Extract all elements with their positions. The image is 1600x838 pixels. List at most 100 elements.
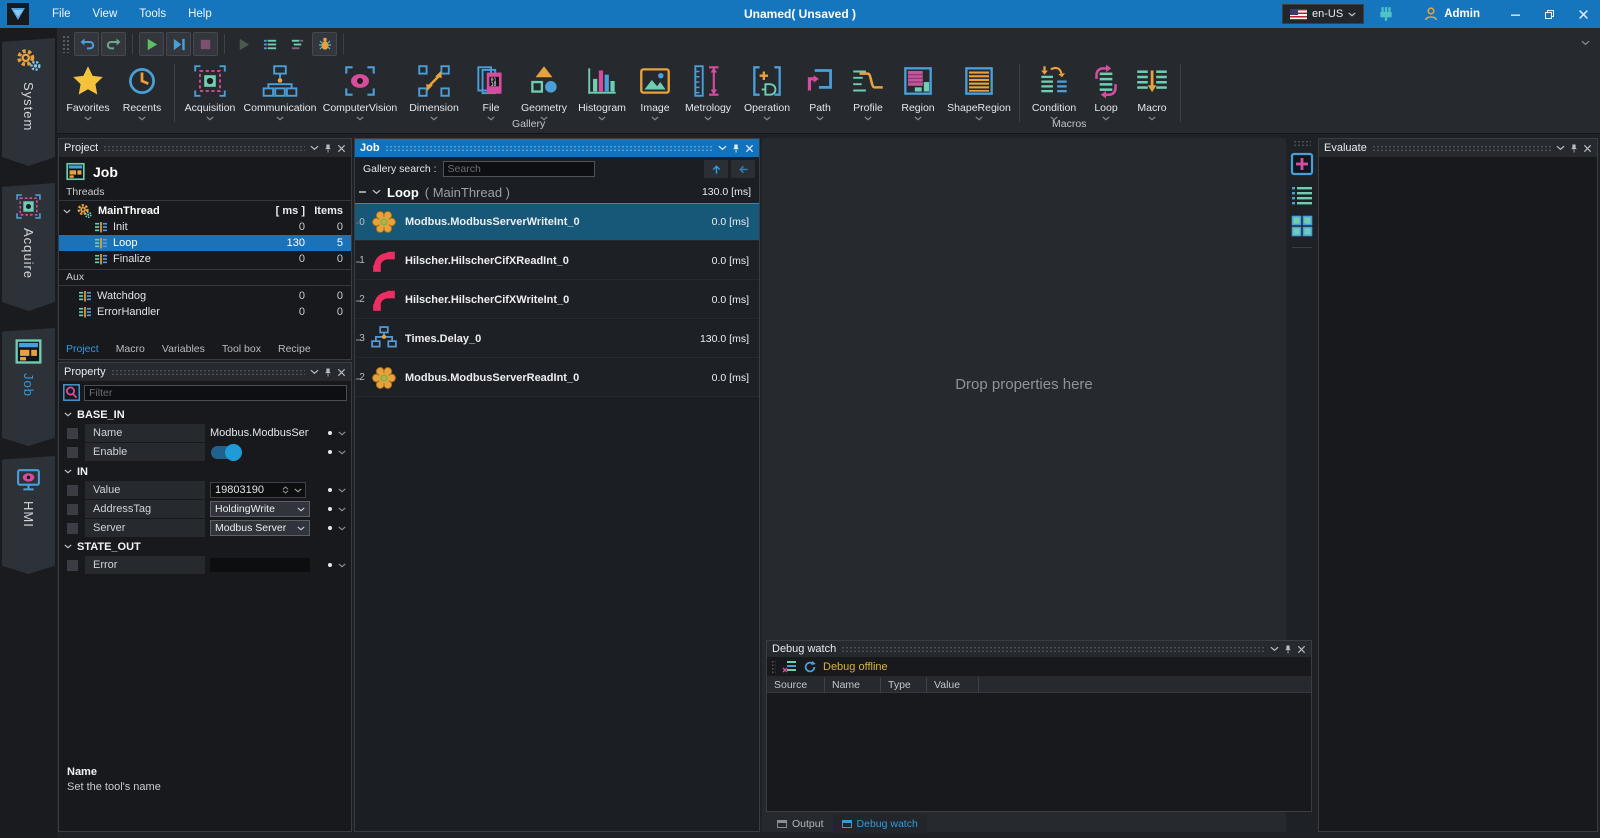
add-evaluate-button[interactable] [1290, 152, 1314, 176]
toolbar-drag-dots[interactable] [1293, 140, 1311, 146]
tab-variables[interactable]: Variables [162, 342, 214, 356]
sidebar-item-system[interactable]: System [2, 38, 55, 166]
section-state-out[interactable]: STATE_OUT [59, 539, 351, 554]
row-chevron-icon[interactable] [338, 431, 346, 436]
close-icon[interactable] [745, 144, 754, 153]
menu-view[interactable]: View [82, 0, 129, 28]
collapse-chevron-icon[interactable] [1270, 646, 1279, 652]
ribbon-item-acquisition[interactable]: Acquisition [179, 58, 241, 121]
job-item-row[interactable]: 2 Hilscher.HilscherCifXWriteInt_0 0.0 [m… [355, 281, 759, 319]
pin-icon[interactable] [1284, 644, 1292, 655]
pin-icon[interactable] [324, 143, 332, 154]
menu-help[interactable]: Help [177, 0, 223, 28]
restore-button[interactable] [1532, 0, 1566, 28]
step-list-button[interactable] [285, 32, 310, 56]
close-icon[interactable] [1297, 645, 1306, 654]
ribbon-item-communication[interactable]: Communication [241, 58, 319, 121]
minimize-button[interactable] [1498, 0, 1532, 28]
undo-button[interactable] [74, 32, 99, 56]
row-chevron-icon[interactable] [338, 526, 346, 531]
spin-up-icon[interactable] [282, 486, 289, 490]
collapse-chevron-icon[interactable] [310, 369, 319, 375]
ribbon-item-macro[interactable]: Macro [1128, 58, 1176, 121]
ribbon-item-metrology[interactable]: Metrology [679, 58, 737, 121]
ribbon-item-profile[interactable]: Profile [843, 58, 893, 121]
ribbon-item-computervision[interactable]: ComputerVision [319, 58, 401, 121]
enable-toggle[interactable] [211, 446, 241, 459]
language-select[interactable]: en-US [1282, 4, 1364, 24]
sidebar-item-acquire[interactable]: Acquire [2, 183, 55, 311]
clear-watch-icon[interactable] [782, 660, 797, 673]
row-checkbox[interactable] [67, 523, 78, 534]
section-base-in[interactable]: BASE_IN [59, 407, 351, 422]
step-run-button[interactable] [166, 32, 191, 56]
binding-dot[interactable] [328, 431, 332, 435]
binding-dot[interactable] [328, 563, 332, 567]
run-button[interactable] [139, 32, 164, 56]
collapse-minus-icon[interactable] [359, 191, 366, 193]
dongle-icon[interactable] [1378, 6, 1394, 22]
row-checkbox[interactable] [67, 504, 78, 515]
filter-input[interactable] [84, 385, 347, 401]
binding-dot[interactable] [328, 526, 332, 530]
job-item-row[interactable]: 1 Hilscher.HilscherCifXReadInt_0 0.0 [ms… [355, 242, 759, 280]
grid-view-button[interactable] [1290, 214, 1314, 238]
pin-icon[interactable] [324, 367, 332, 378]
thread-root-row[interactable]: MainThread [ ms ] Items [59, 203, 351, 219]
close-icon[interactable] [337, 368, 346, 377]
value-dropdown-icon[interactable] [294, 488, 302, 493]
navigate-back-button[interactable] [731, 160, 755, 178]
close-icon[interactable] [337, 144, 346, 153]
ribbon-item-geometry[interactable]: Geometry [515, 58, 573, 121]
tab-macro[interactable]: Macro [116, 342, 154, 356]
ribbon-item-region[interactable]: Region [893, 58, 943, 121]
name-value-field[interactable]: Modbus.ModbusServer [207, 427, 309, 439]
list-view-button[interactable] [1290, 183, 1314, 207]
row-chevron-icon[interactable] [338, 507, 346, 512]
aux-row-errorhandler[interactable]: ErrorHandler 0 0 [59, 304, 351, 320]
binding-dot[interactable] [328, 488, 332, 492]
thread-row-finalize[interactable]: Finalize 0 0 [59, 251, 351, 267]
column-value[interactable]: Value [927, 677, 979, 693]
row-checkbox[interactable] [67, 428, 78, 439]
tab-debug-watch[interactable]: Debug watch [833, 814, 927, 833]
pin-icon[interactable] [732, 143, 740, 154]
toolbar-drag-handle[interactable] [62, 35, 70, 53]
menu-file[interactable]: File [41, 0, 82, 28]
row-checkbox[interactable] [67, 447, 78, 458]
ribbon-item-favorites[interactable]: Favorites [62, 58, 114, 121]
row-chevron-icon[interactable] [338, 488, 346, 493]
column-name[interactable]: Name [825, 677, 881, 693]
loop-group-header[interactable]: Loop ( MainThread ) 130.0 [ms] [355, 181, 759, 203]
debug-button[interactable] [312, 32, 337, 56]
ribbon-item-condition[interactable]: Condition [1024, 58, 1084, 121]
redo-button[interactable] [101, 32, 126, 56]
job-item-row[interactable]: 0 Modbus.ModbusServerWriteInt_0 0.0 [ms] [355, 203, 759, 241]
pin-icon[interactable] [1570, 143, 1578, 154]
job-panel-header[interactable]: Job [355, 139, 759, 157]
ribbon-item-loop[interactable]: Loop [1084, 58, 1128, 121]
tab-output[interactable]: Output [768, 814, 833, 833]
aux-row-watchdog[interactable]: Watchdog 0 0 [59, 288, 351, 304]
property-panel-header[interactable]: Property [59, 363, 351, 381]
menu-tools[interactable]: Tools [128, 0, 177, 28]
user-account[interactable]: Admin [1424, 7, 1480, 21]
column-source[interactable]: Source [767, 677, 825, 693]
ribbon-item-operation[interactable]: Operation [737, 58, 797, 121]
close-button[interactable] [1566, 0, 1600, 28]
binding-dot[interactable] [328, 450, 332, 454]
section-collapse-icon[interactable] [64, 412, 72, 417]
stop-button[interactable] [193, 32, 218, 56]
sidebar-item-job[interactable]: Job [2, 328, 55, 446]
section-in[interactable]: IN [59, 464, 351, 479]
job-item-row[interactable]: 2 Modbus.ModbusServerReadInt_0 0.0 [ms] [355, 359, 759, 397]
spin-down-icon[interactable] [282, 490, 289, 494]
tab-recipe[interactable]: Recipe [278, 342, 320, 356]
column-type[interactable]: Type [881, 677, 927, 693]
gallery-search-input[interactable] [443, 161, 595, 177]
run-list-button[interactable] [258, 32, 283, 56]
job-item-row[interactable]: 3 Times.Delay_0 130.0 [ms] [355, 320, 759, 358]
ribbon-item-dimension[interactable]: Dimension [401, 58, 467, 121]
row-chevron-icon[interactable] [338, 563, 346, 568]
section-collapse-icon[interactable] [64, 469, 72, 474]
